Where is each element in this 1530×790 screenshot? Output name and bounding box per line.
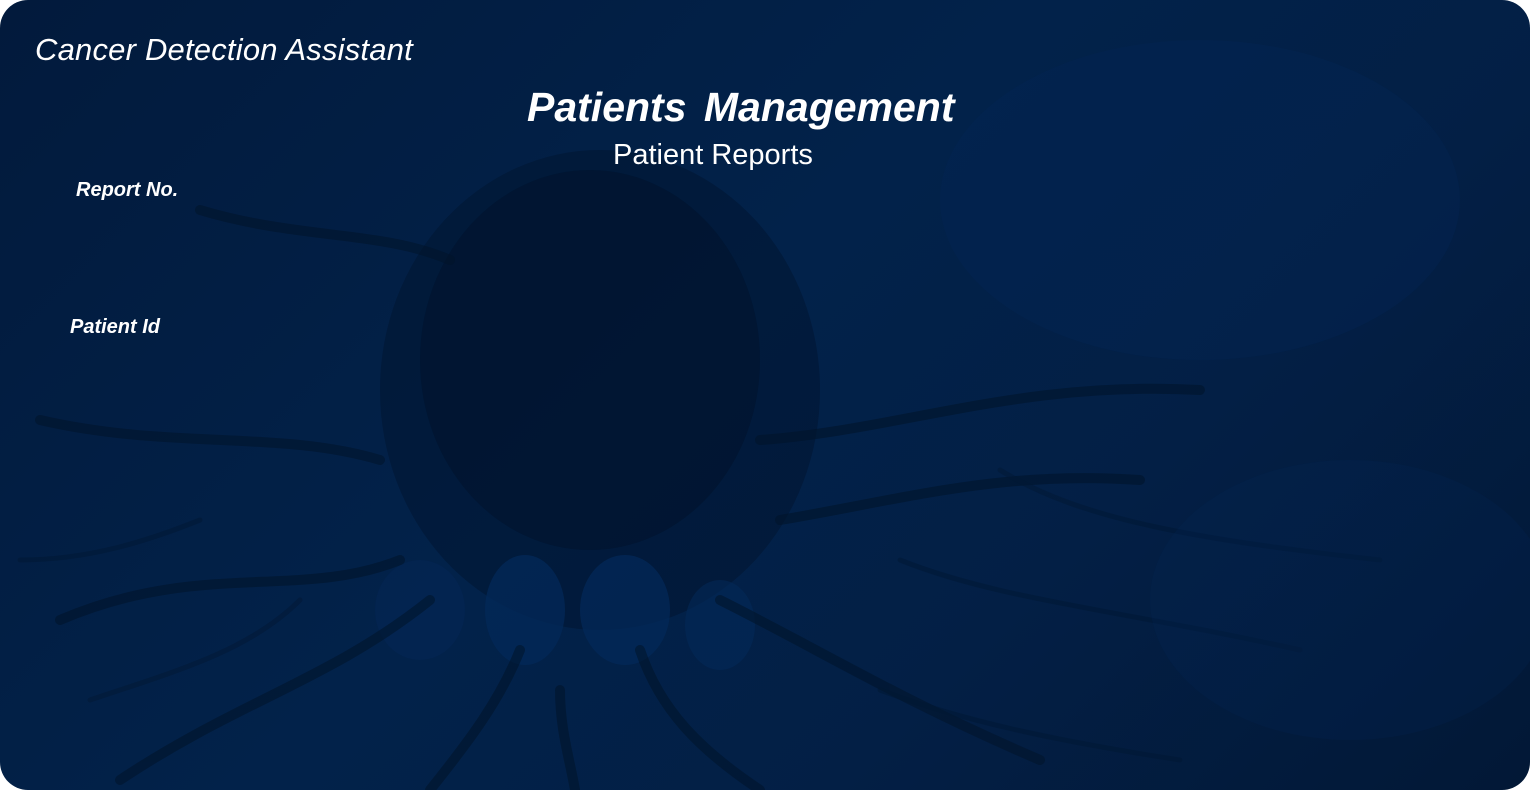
app-window: Cancer Detection Assistant Patients Mana…	[0, 0, 1530, 790]
app-title: Cancer Detection Assistant	[35, 32, 413, 67]
patient-id-label: Patient Id	[70, 316, 161, 338]
page-title: Patients Management	[527, 84, 955, 130]
page-subtitle: Patient Reports	[613, 139, 813, 171]
report-no-label: Report No.	[76, 179, 179, 201]
